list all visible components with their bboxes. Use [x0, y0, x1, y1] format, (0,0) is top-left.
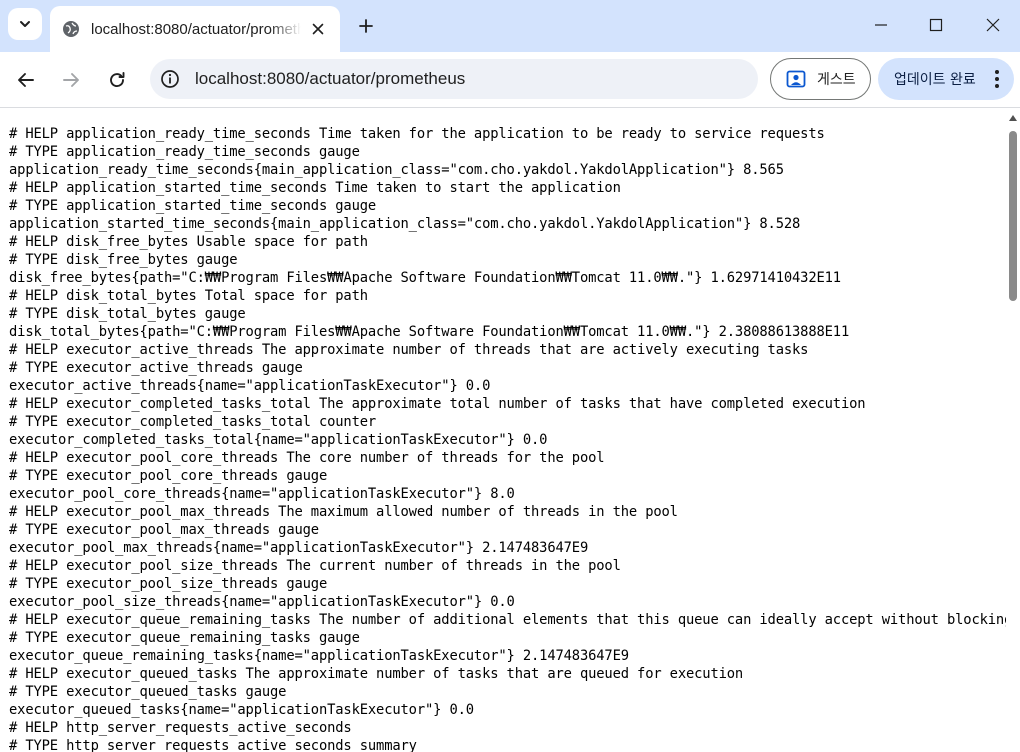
close-icon: [312, 23, 324, 35]
plus-icon: [359, 19, 373, 33]
scroll-thumb[interactable]: [1009, 131, 1017, 301]
metric-line: executor_active_threads{name="applicatio…: [9, 378, 491, 394]
metric-line: # HELP disk_total_bytes Total space for …: [9, 288, 368, 304]
metric-line: # TYPE executor_pool_core_threads gauge: [9, 468, 328, 484]
page-content: # HELP application_ready_time_seconds Ti…: [0, 109, 1006, 752]
tab-strip: localhost:8080/actuator/prometheus: [0, 0, 1020, 52]
site-info-button[interactable]: [159, 68, 181, 90]
metric-line: executor_pool_size_threads{name="applica…: [9, 594, 515, 610]
metric-line: executor_queue_remaining_tasks{name="app…: [9, 648, 629, 664]
chevron-down-icon: [20, 21, 30, 27]
metric-line: executor_completed_tasks_total{name="app…: [9, 432, 548, 448]
metric-line: # HELP executor_pool_size_threads The cu…: [9, 558, 621, 574]
metric-line: # TYPE disk_total_bytes gauge: [9, 306, 246, 322]
metric-line: # TYPE executor_completed_tasks_total co…: [9, 414, 377, 430]
update-label: 업데이트 완료: [894, 72, 976, 88]
url-text[interactable]: localhost:8080/actuator/prometheus: [195, 69, 465, 89]
metric-line: # TYPE disk_free_bytes gauge: [9, 252, 238, 268]
metric-line: executor_queued_tasks{name="applicationT…: [9, 702, 474, 718]
back-arrow-icon: [18, 73, 34, 87]
metric-line: # TYPE executor_queued_tasks gauge: [9, 684, 287, 700]
three-dots-vertical-icon: [992, 69, 1002, 89]
forward-arrow-icon: [63, 73, 79, 87]
metric-line: # TYPE executor_active_threads gauge: [9, 360, 303, 376]
back-button[interactable]: [10, 64, 42, 96]
update-button[interactable]: 업데이트 완료: [878, 58, 1014, 100]
globe-icon: [62, 20, 80, 38]
metric-line: disk_free_bytes{path="C:₩₩Program Files₩…: [9, 270, 841, 286]
metric-line: # TYPE executor_queue_remaining_tasks ga…: [9, 630, 360, 646]
scroll-up-button[interactable]: [1008, 113, 1018, 123]
vertical-scrollbar[interactable]: [1006, 109, 1020, 752]
metric-line: # HELP executor_active_threads The appro…: [9, 342, 809, 358]
tab-search-button[interactable]: [8, 8, 42, 40]
reload-button[interactable]: [101, 64, 133, 96]
metric-line: disk_total_bytes{path="C:₩₩Program Files…: [9, 324, 850, 340]
metric-line: # HELP disk_free_bytes Usable space for …: [9, 234, 368, 250]
metric-line: # TYPE application_started_time_seconds …: [9, 198, 377, 214]
metric-line: # TYPE application_ready_time_seconds ga…: [9, 144, 360, 160]
metric-line: # HELP application_ready_time_seconds Ti…: [9, 126, 825, 142]
minimize-button[interactable]: [866, 10, 896, 40]
metric-line: # TYPE executor_pool_max_threads gauge: [9, 522, 319, 538]
metric-line: # HELP executor_pool_core_threads The co…: [9, 450, 605, 466]
metric-line: application_started_time_seconds{main_ap…: [9, 216, 801, 232]
metric-line: # HELP application_started_time_seconds …: [9, 180, 621, 196]
active-tab[interactable]: localhost:8080/actuator/prometheus: [50, 6, 340, 52]
profile-guest-button[interactable]: 게스트: [770, 58, 871, 100]
metric-line: # HELP executor_queue_remaining_tasks Th…: [9, 612, 1006, 628]
metric-line: executor_pool_core_threads{name="applica…: [9, 486, 515, 502]
close-icon: [986, 18, 1000, 32]
metric-line: # HELP executor_queued_tasks The approxi…: [9, 666, 744, 682]
toolbar: localhost:8080/actuator/prometheus 게스트 업…: [0, 52, 1020, 108]
new-tab-button[interactable]: [352, 12, 380, 40]
metric-line: application_ready_time_seconds{main_appl…: [9, 162, 784, 178]
metric-line: executor_pool_max_threads{name="applicat…: [9, 540, 589, 556]
metric-line: # TYPE http_server_requests_active_secon…: [9, 738, 417, 752]
person-icon: [785, 68, 807, 90]
minimize-icon: [875, 24, 887, 26]
reload-icon: [110, 72, 125, 88]
metric-line: # HELP http_server_requests_active_secon…: [9, 720, 352, 736]
window-close-button[interactable]: [978, 10, 1008, 40]
forward-button[interactable]: [55, 64, 87, 96]
guest-label: 게스트: [817, 72, 856, 88]
address-bar[interactable]: localhost:8080/actuator/prometheus: [150, 59, 758, 99]
metric-line: # TYPE executor_pool_size_threads gauge: [9, 576, 328, 592]
metric-line: # HELP executor_completed_tasks_total Th…: [9, 396, 866, 412]
metrics-text: # HELP application_ready_time_seconds Ti…: [9, 125, 1006, 752]
info-icon: [161, 70, 179, 88]
metric-line: # HELP executor_pool_max_threads The max…: [9, 504, 678, 520]
maximize-button[interactable]: [921, 10, 951, 40]
tab-title: localhost:8080/actuator/prometheus: [91, 20, 301, 38]
tab-close-button[interactable]: [308, 19, 328, 39]
maximize-icon: [929, 18, 943, 32]
triangle-up-icon: [1009, 115, 1017, 121]
